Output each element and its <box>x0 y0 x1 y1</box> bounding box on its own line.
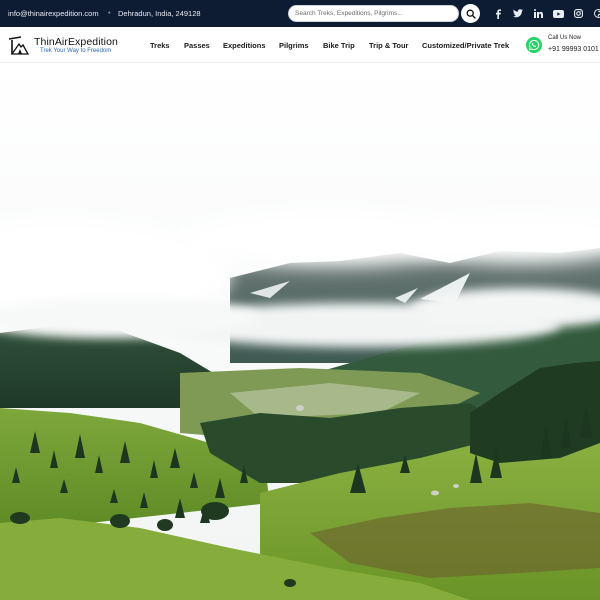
nav-item-passes[interactable]: Passes <box>184 41 210 50</box>
instagram-icon[interactable] <box>568 6 588 21</box>
nav-item-customized-private-trek[interactable]: Customized/Private Trek <box>422 41 509 50</box>
whatsapp-icon[interactable] <box>526 37 542 53</box>
brand-tagline: Trek Your Way to Freedom <box>40 48 112 54</box>
brand-name[interactable]: ThinAirExpedition <box>34 36 118 48</box>
social-links <box>488 6 600 21</box>
nav-item-trip-tour[interactable]: Trip & Tour <box>369 41 408 50</box>
twitter-icon[interactable] <box>508 6 528 21</box>
main-nav: ThinAirExpedition Trek Your Way to Freed… <box>0 27 600 63</box>
pinterest-icon[interactable] <box>588 6 600 21</box>
search-input[interactable] <box>288 5 459 22</box>
nav-item-pilgrims[interactable]: Pilgrims <box>279 41 309 50</box>
top-bar: info@thinairexpedition.com • Dehradun, I… <box>0 0 600 27</box>
call-us-label: Call Us Now <box>548 35 582 41</box>
nav-item-expeditions[interactable]: Expeditions <box>223 41 266 50</box>
hero-landscape-image <box>0 63 600 600</box>
linkedin-icon[interactable] <box>528 6 548 21</box>
facebook-icon[interactable] <box>488 6 508 21</box>
contact-email[interactable]: info@thinairexpedition.com <box>8 9 99 18</box>
youtube-icon[interactable] <box>548 6 568 21</box>
separator-dot: • <box>108 8 111 17</box>
logo-mountain-icon[interactable] <box>8 36 30 55</box>
nav-item-treks[interactable]: Treks <box>150 41 170 50</box>
contact-address: Dehradun, India, 249128 <box>118 9 201 18</box>
hero-banner <box>0 63 600 600</box>
search-icon <box>466 9 476 19</box>
search-button[interactable] <box>461 4 480 23</box>
phone-number[interactable]: +91 99993 0101 <box>548 46 599 53</box>
nav-item-bike-trip[interactable]: Bike Trip <box>323 41 355 50</box>
